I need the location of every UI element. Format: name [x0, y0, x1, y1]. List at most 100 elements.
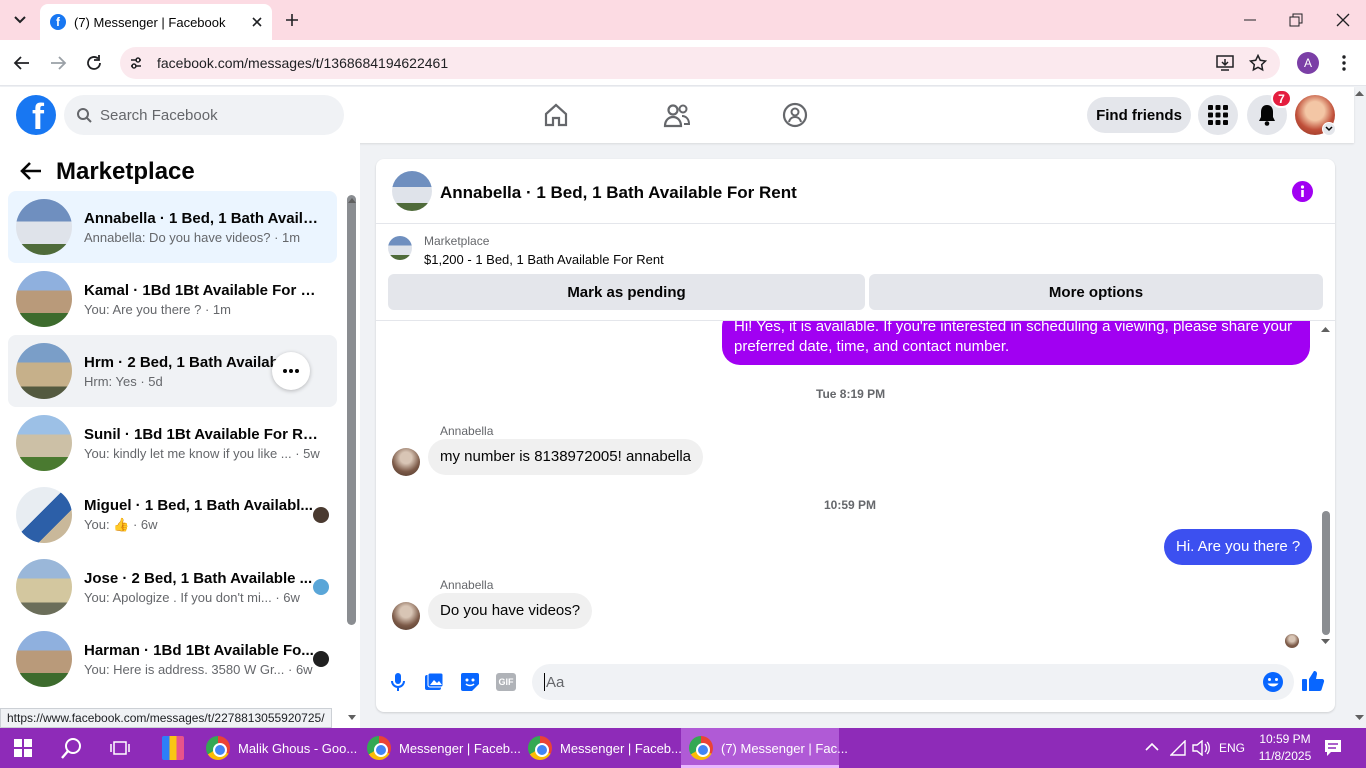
timestamp: 10:59 PM [824, 498, 877, 512]
page-scrollbar-down-arrow[interactable] [1355, 715, 1364, 721]
list-scroll-up-arrow[interactable] [348, 198, 356, 203]
reload-button[interactable] [84, 53, 104, 73]
browser-menu-icon[interactable] [1336, 54, 1352, 72]
minimize-button[interactable] [1242, 12, 1258, 28]
back-to-chats-button[interactable] [20, 161, 42, 181]
back-button[interactable] [12, 53, 32, 73]
conversation-preview: You: kindly let me know if you like ... … [84, 445, 320, 461]
close-window-button[interactable] [1335, 12, 1351, 28]
mark-as-pending-button[interactable]: Mark as pending [388, 274, 865, 310]
new-tab-button[interactable] [282, 10, 302, 30]
home-nav-button[interactable] [543, 102, 569, 128]
chat-title[interactable]: Annabella · 1 Bed, 1 Bath Available For … [440, 183, 797, 203]
system-clock[interactable]: 10:59 PM 11/8/2025 [1253, 731, 1317, 765]
timestamp: Tue 8:19 PM [816, 387, 886, 401]
bookmark-star-icon[interactable] [1249, 54, 1267, 72]
conversation-name: Miguel · 1 Bed, 1 Bath Availabl... [84, 497, 313, 514]
taskbar-search-button[interactable] [61, 737, 83, 759]
outgoing-message[interactable]: Hi. Are you there ? [1164, 529, 1313, 565]
listing-thumbnail [16, 559, 72, 615]
install-app-icon[interactable] [1216, 54, 1234, 72]
restore-icon [1289, 13, 1303, 27]
conversation-item[interactable]: Jose · 2 Bed, 1 Bath Available ... You: A… [8, 551, 337, 623]
chevron-down-icon [14, 16, 26, 24]
seen-avatar [313, 651, 329, 667]
list-scroll-down-arrow[interactable] [348, 715, 356, 720]
close-tab-icon[interactable] [252, 17, 262, 27]
find-friends-button[interactable]: Find friends [1087, 97, 1191, 133]
friends-nav-button[interactable] [663, 102, 691, 128]
clock-date: 11/8/2025 [1258, 749, 1312, 763]
incoming-message[interactable]: Do you have videos? [428, 593, 593, 629]
browser-tab-active[interactable]: f (7) Messenger | Facebook [40, 4, 272, 40]
conversation-item[interactable]: Harman · 1Bd 1Bt Available Fo... You: Her… [8, 623, 337, 695]
tab-title: (7) Messenger | Facebook [74, 14, 226, 30]
taskbar-app-chrome[interactable]: Messenger | Faceb... [520, 728, 682, 768]
address-bar[interactable]: facebook.com/messages/t/1368684194622461 [120, 47, 1280, 79]
restore-button[interactable] [1288, 12, 1304, 28]
send-like-button[interactable] [1301, 670, 1325, 692]
conversation-info-button[interactable] [1292, 181, 1313, 202]
message-text: my number is 8138972005! annabella [440, 448, 692, 465]
groups-nav-button[interactable] [782, 102, 808, 128]
incoming-message[interactable]: my number is 8138972005! annabella [428, 439, 704, 475]
more-horizontal-icon [283, 369, 299, 373]
sticker-button[interactable] [460, 672, 480, 692]
taskbar-app-chrome-active[interactable]: (7) Messenger | Fac... [681, 728, 848, 768]
text-cursor [544, 673, 545, 691]
tab-search-button[interactable] [6, 6, 34, 34]
chat-listing-avatar[interactable] [392, 171, 432, 211]
profile-avatar-button[interactable]: A [1297, 52, 1319, 74]
conversation-item[interactable]: Sunil · 1Bd 1Bt Available For Ren... You:… [8, 407, 337, 479]
notification-center-button[interactable] [1324, 739, 1342, 757]
show-hidden-icons-button[interactable] [1145, 742, 1159, 752]
sender-avatar[interactable] [392, 602, 420, 630]
arrow-left-icon [13, 56, 29, 70]
thread-scroll-up-arrow[interactable] [1321, 326, 1330, 332]
outgoing-message[interactable]: Hi! Yes, it is available. If you're inte… [722, 321, 1310, 365]
task-view-button[interactable] [110, 739, 130, 757]
emoji-icon [1263, 672, 1283, 692]
marketplace-listing-thumbnail[interactable] [388, 236, 412, 260]
message-input[interactable]: Aa [532, 664, 1294, 700]
windows-logo-icon [14, 739, 32, 757]
conversation-list-scrollbar[interactable] [347, 195, 356, 625]
conversation-options-button[interactable] [272, 352, 310, 390]
network-icon[interactable] [1170, 740, 1186, 756]
facebook-logo[interactable]: f [16, 95, 56, 135]
conversation-item[interactable]: Miguel · 1 Bed, 1 Bath Availabl... You: 👍… [8, 479, 337, 551]
page-scrollbar-up-arrow[interactable] [1355, 90, 1364, 96]
menu-grid-button[interactable] [1198, 95, 1238, 135]
profile-initial: A [1303, 56, 1312, 70]
forward-button[interactable] [48, 53, 68, 73]
pinned-app-icon[interactable] [162, 736, 184, 760]
search-input[interactable]: Search Facebook [64, 95, 344, 135]
listing-summary[interactable]: $1,200 - 1 Bed, 1 Bath Available For Ren… [424, 252, 664, 267]
sender-avatar[interactable] [392, 448, 420, 476]
close-icon [1336, 13, 1350, 27]
taskbar-app-chrome[interactable]: Malik Ghous - Goo... [198, 728, 358, 768]
more-options-label: More options [1048, 283, 1144, 301]
site-info-icon[interactable] [128, 55, 144, 71]
read-receipt-avatar [1285, 634, 1299, 648]
search-icon [61, 738, 81, 759]
account-chevron-icon[interactable] [1322, 122, 1336, 136]
emoji-button[interactable] [1262, 671, 1284, 693]
thread-scrollbar[interactable] [1322, 511, 1330, 635]
attach-photo-button[interactable] [424, 672, 444, 692]
more-options-button[interactable]: More options [869, 274, 1323, 310]
thread-scroll-down-arrow[interactable] [1321, 639, 1330, 645]
taskbar-app-chrome[interactable]: Messenger | Faceb... [359, 728, 521, 768]
volume-icon[interactable] [1192, 740, 1210, 756]
conversation-item[interactable]: Annabella · 1 Bed, 1 Bath Availab... Anna… [8, 191, 337, 263]
panel-title: Marketplace [56, 158, 195, 185]
voice-clip-button[interactable] [390, 672, 406, 692]
gif-button[interactable]: GIF [496, 673, 516, 691]
message-text: Do you have videos? [440, 602, 581, 619]
start-button[interactable] [14, 739, 32, 757]
task-view-icon [110, 741, 130, 755]
bell-icon [1259, 105, 1275, 126]
chat-bubble-icon [1325, 740, 1341, 756]
conversation-item[interactable]: Kamal · 1Bd 1Bt Available For Re... You: … [8, 263, 337, 335]
input-language[interactable]: ENG [1219, 741, 1245, 755]
